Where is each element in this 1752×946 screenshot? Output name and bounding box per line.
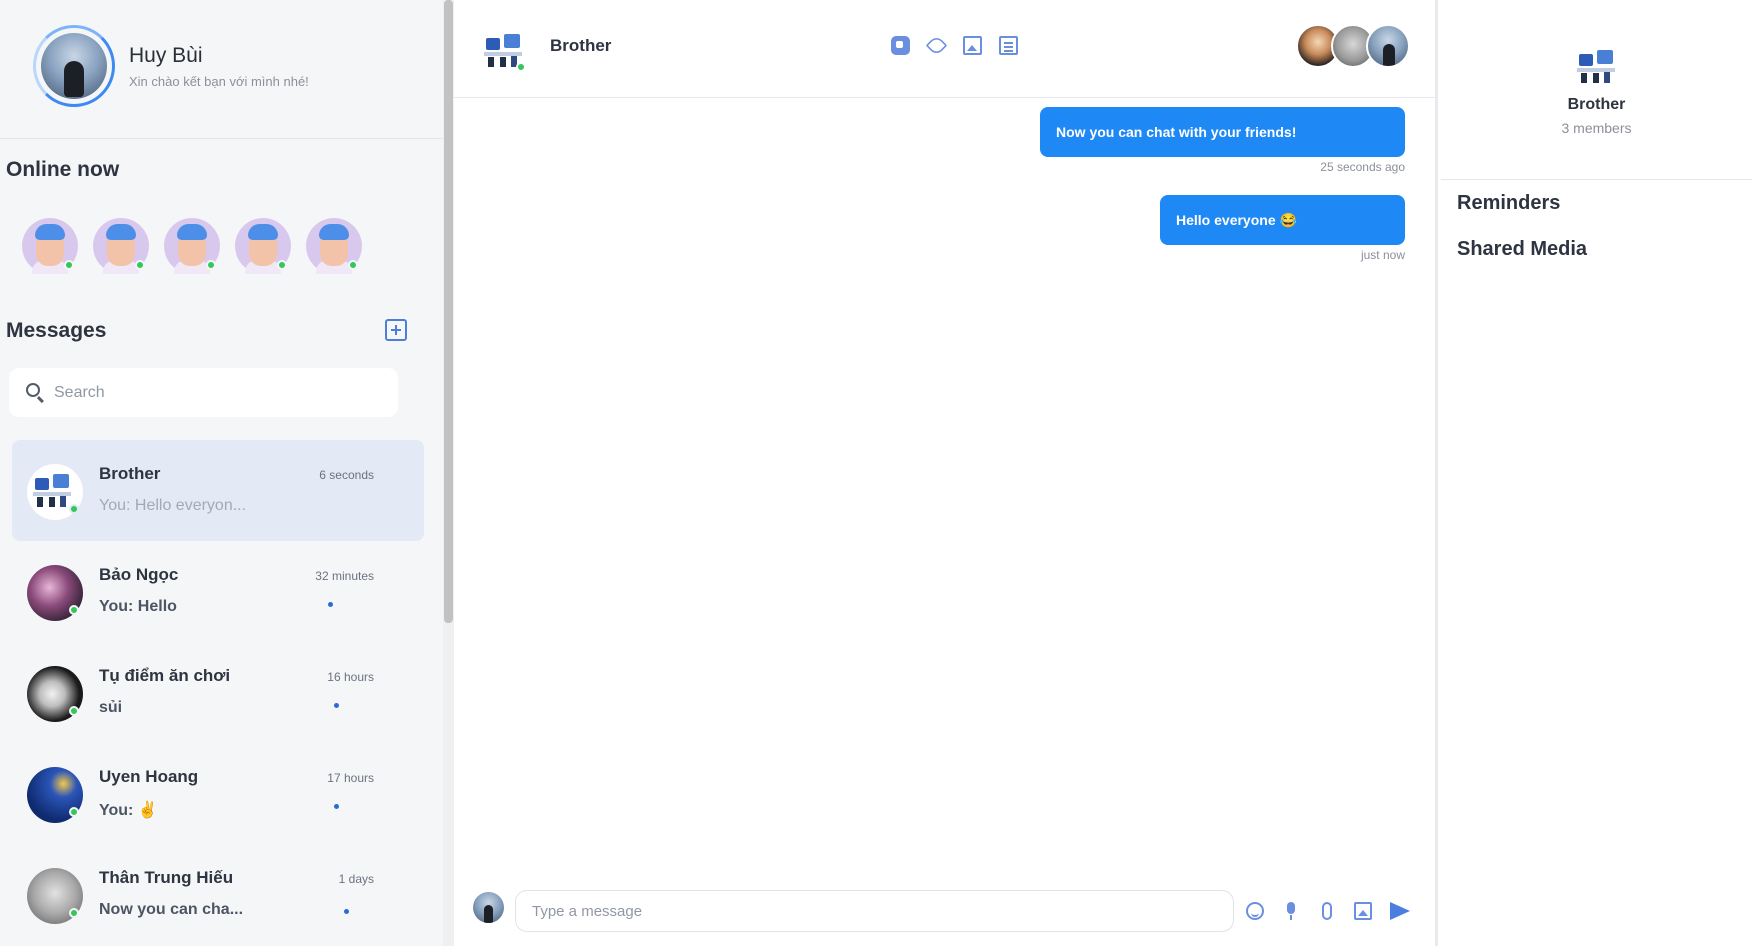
conversation-item[interactable]: Uyen Hoang 17 hours You: ✌️ — [12, 743, 424, 844]
conversation-item[interactable]: Brother 6 seconds You: Hello everyon... — [12, 440, 424, 541]
image-icon[interactable] — [1354, 902, 1372, 920]
profile-status: Xin chào kết bạn với mình nhé! — [129, 74, 309, 89]
message-time: 25 seconds ago — [1320, 160, 1405, 174]
emoji-icon[interactable] — [1246, 902, 1264, 920]
conversation-time: 16 hours — [327, 670, 374, 684]
sidebar-scrollbar[interactable] — [443, 0, 454, 946]
send-icon[interactable] — [1390, 902, 1410, 920]
conversation-time: 17 hours — [327, 771, 374, 785]
online-indicator — [69, 908, 79, 918]
online-indicator — [516, 62, 526, 72]
chat-main: Brother Now you can chat with your frien… — [454, 0, 1438, 946]
user-profile[interactable]: Huy Bùi Xin chào kết bạn với mình nhé! — [0, 0, 443, 139]
conversation-list: Brother 6 seconds You: Hello everyon... … — [12, 440, 424, 945]
online-indicator — [135, 260, 145, 270]
info-header: Brother 3 members — [1441, 0, 1752, 180]
sidebar: Huy Bùi Xin chào kết bạn với mình nhé! O… — [0, 0, 443, 946]
chat-actions — [891, 34, 1018, 57]
chat-header: Brother — [454, 0, 1435, 98]
message: Now you can chat with your friends! 25 s… — [1040, 107, 1405, 174]
message: Hello everyone 😂 just now — [1160, 195, 1405, 262]
online-now-title: Online now — [6, 158, 120, 181]
info-name: Brother — [1567, 96, 1626, 113]
reminders-section[interactable]: Reminders — [1457, 192, 1560, 215]
conversation-preview: sủi — [99, 699, 123, 716]
conversation-name: Brother — [99, 464, 161, 483]
video-icon[interactable] — [891, 36, 910, 55]
conversation-item[interactable]: Tụ điểm ăn chơi 16 hours sủi — [12, 642, 424, 743]
messages-title: Messages — [6, 319, 107, 342]
unread-indicator — [334, 703, 339, 708]
conversation-preview: Now you can cha... — [99, 901, 244, 918]
online-indicator — [69, 605, 79, 615]
search-input[interactable] — [54, 380, 384, 406]
scrollbar-thumb[interactable] — [444, 0, 453, 623]
message-bubble[interactable]: Now you can chat with your friends! — [1040, 107, 1405, 157]
image-icon[interactable] — [963, 36, 982, 55]
online-indicator — [348, 260, 358, 270]
message-bubble[interactable]: Hello everyone 😂 — [1160, 195, 1405, 245]
message-composer — [454, 868, 1435, 946]
member-avatars[interactable] — [1296, 24, 1411, 68]
conversation-preview: You: Hello — [99, 598, 177, 615]
online-indicator — [64, 260, 74, 270]
conversation-item[interactable]: Thân Trung Hiếu 1 days Now you can cha..… — [12, 844, 424, 945]
new-chat-icon[interactable] — [385, 319, 407, 341]
conversation-item[interactable]: Bảo Ngọc 32 minutes You: Hello — [12, 541, 424, 642]
conversation-time: 1 days — [338, 872, 374, 886]
search-icon — [26, 383, 40, 397]
message-input[interactable] — [515, 890, 1234, 932]
conversation-time: 32 minutes — [315, 569, 374, 583]
online-indicator — [206, 260, 216, 270]
info-members-count: 3 members — [1561, 120, 1632, 136]
conversation-preview: You: Hello everyon... — [99, 497, 247, 514]
profile-name: Huy Bùi — [129, 44, 203, 67]
avatar[interactable] — [41, 33, 107, 99]
conversation-time: 6 seconds — [319, 468, 374, 482]
phone-icon[interactable] — [925, 34, 948, 57]
conversation-name: Uyen Hoang — [99, 767, 199, 786]
conversation-name: Tụ điểm ăn chơi — [99, 666, 231, 685]
conversation-preview: You: ✌️ — [99, 802, 158, 819]
online-user-avatar[interactable] — [306, 218, 362, 274]
message-list: Now you can chat with your friends! 25 s… — [454, 98, 1435, 868]
avatar — [1366, 24, 1410, 68]
online-indicator — [69, 807, 79, 817]
online-user-avatar[interactable] — [164, 218, 220, 274]
unread-indicator — [344, 909, 349, 914]
online-indicator — [277, 260, 287, 270]
online-user-avatar[interactable] — [22, 218, 78, 274]
online-user-avatar[interactable] — [235, 218, 291, 274]
search-box[interactable] — [9, 368, 398, 417]
online-users-list — [22, 218, 362, 274]
online-indicator — [69, 706, 79, 716]
attachment-icon[interactable] — [1322, 902, 1332, 920]
composer-actions — [1246, 902, 1410, 920]
shared-media-section[interactable]: Shared Media — [1457, 238, 1587, 261]
info-panel: Brother 3 members Reminders Shared Media — [1441, 0, 1752, 946]
chat-app: Huy Bùi Xin chào kết bạn với mình nhé! O… — [0, 0, 1752, 946]
unread-indicator — [334, 804, 339, 809]
document-icon[interactable] — [999, 36, 1018, 55]
conversation-name: Thân Trung Hiếu — [99, 868, 234, 887]
message-time: just now — [1360, 248, 1405, 262]
avatar — [473, 892, 504, 923]
conversation-name: Bảo Ngọc — [99, 565, 179, 584]
online-indicator — [69, 504, 79, 514]
microphone-icon[interactable] — [1282, 902, 1300, 920]
unread-indicator — [328, 602, 333, 607]
online-user-avatar[interactable] — [93, 218, 149, 274]
chat-title: Brother — [550, 36, 612, 55]
group-avatar — [1571, 40, 1621, 90]
